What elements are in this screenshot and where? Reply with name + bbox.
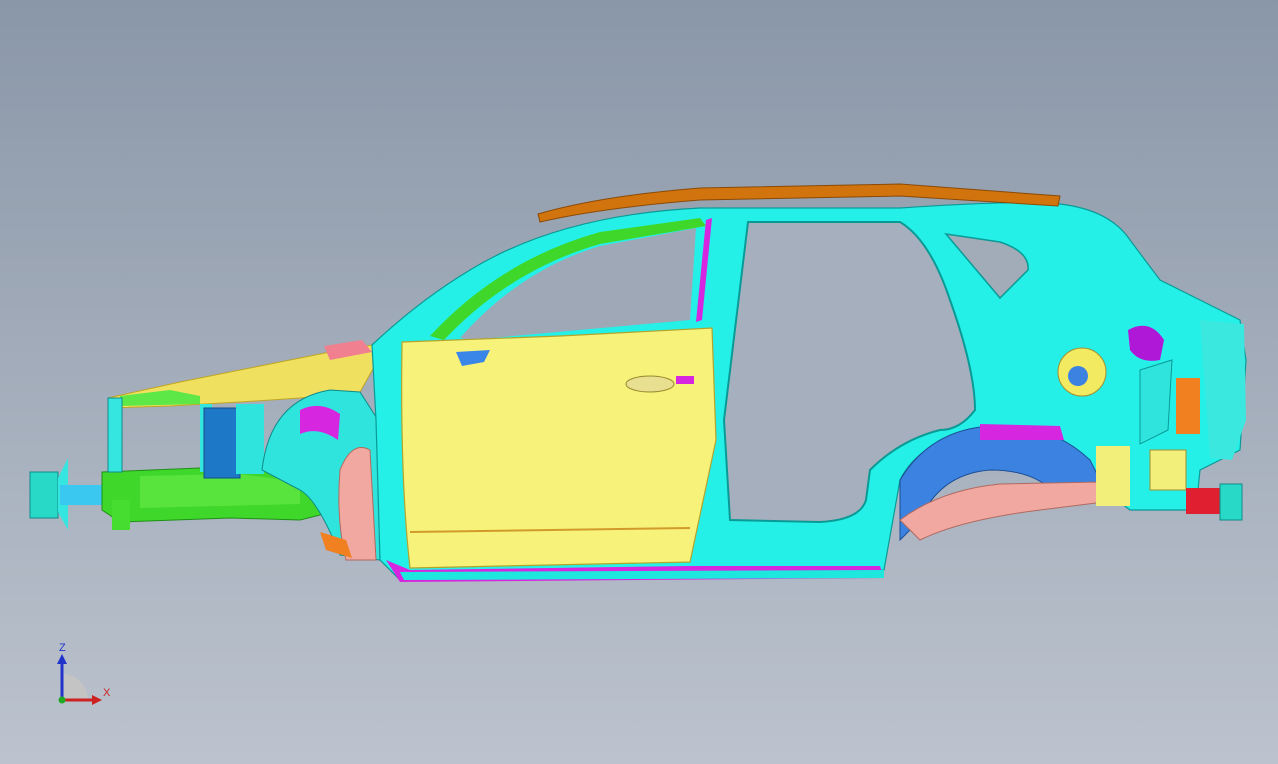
apron-members[interactable]: [107, 397, 264, 479]
car-body-side-model[interactable]: [0, 0, 1278, 764]
front-door[interactable]: [401, 327, 717, 569]
front-crash-box[interactable]: [29, 458, 104, 530]
axis-triad: Z X: [48, 640, 120, 712]
x-axis-label: X: [103, 687, 111, 699]
3d-viewport[interactable]: Z X: [0, 0, 1278, 764]
fuel-filler-door[interactable]: [1057, 347, 1107, 397]
z-axis-label: Z: [59, 642, 66, 654]
